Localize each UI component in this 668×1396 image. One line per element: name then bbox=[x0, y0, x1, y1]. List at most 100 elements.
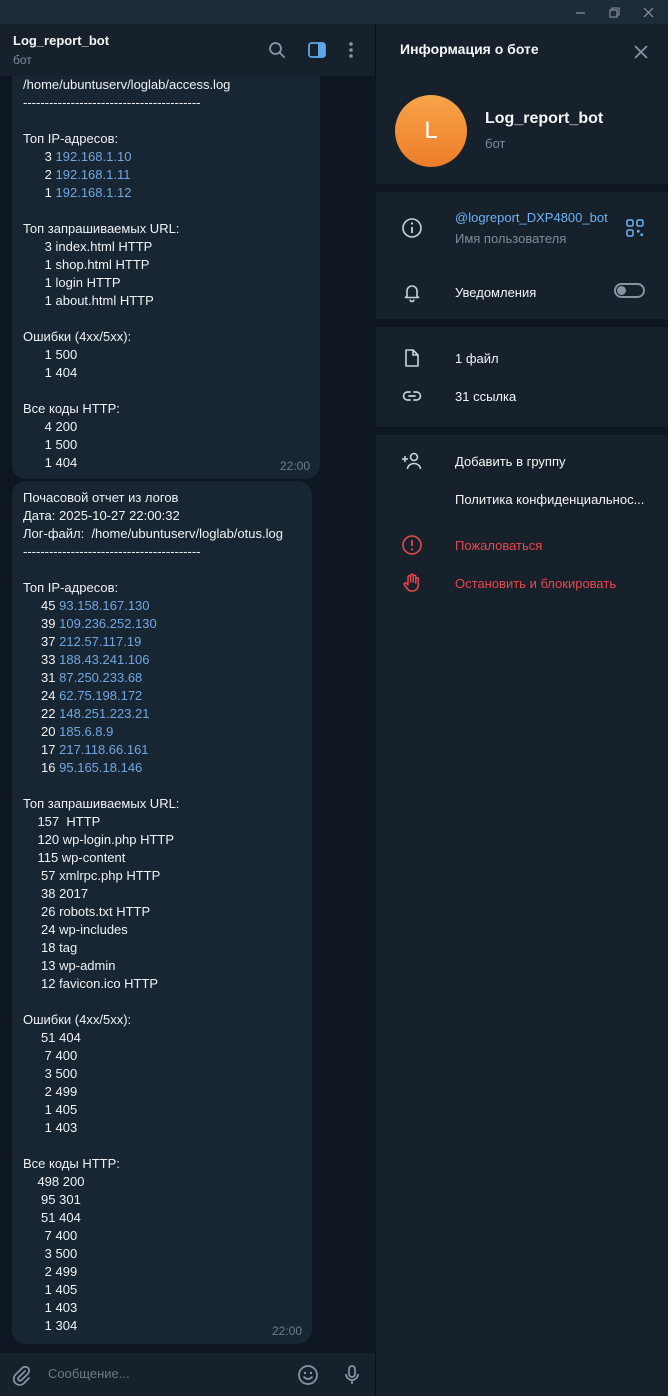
emoji-icon[interactable] bbox=[296, 1363, 320, 1387]
message-line: 1 about.html HTTP bbox=[23, 292, 309, 310]
message-line bbox=[23, 993, 301, 1011]
message-list[interactable]: /home/ubuntuserv/loglab/access.log ------… bbox=[0, 76, 375, 1353]
minimize-icon[interactable] bbox=[564, 0, 596, 24]
message-text-segment: 51 404 bbox=[23, 1210, 81, 1225]
message-line: 3 500 bbox=[23, 1065, 301, 1083]
search-icon[interactable] bbox=[265, 38, 289, 62]
message-text-segment: 1 403 bbox=[23, 1120, 78, 1135]
hand-stop-icon bbox=[400, 571, 424, 595]
message-line: 12 favicon.ico HTTP bbox=[23, 975, 301, 993]
restore-icon[interactable] bbox=[598, 0, 630, 24]
username-link[interactable]: @logreport_DXP4800_bot bbox=[455, 210, 608, 225]
message-line: 37 212.57.117.19 bbox=[23, 633, 301, 651]
message-line: 3 500 bbox=[23, 1245, 301, 1263]
ip-link[interactable]: 217.118.66.161 bbox=[59, 742, 148, 757]
message-text-segment: 22 bbox=[23, 706, 60, 721]
notifications-toggle[interactable] bbox=[614, 283, 645, 298]
message-text-segment: ----------------------------------------… bbox=[23, 95, 201, 110]
message-text-segment: 2 bbox=[23, 167, 56, 182]
message-text-segment: 1 403 bbox=[23, 1300, 78, 1315]
message-text-segment: 95 301 bbox=[23, 1192, 81, 1207]
links-count[interactable]: 31 ссылка bbox=[455, 389, 516, 404]
ip-link[interactable]: 109.236.252.130 bbox=[59, 616, 157, 631]
close-icon[interactable] bbox=[629, 40, 653, 64]
message-input[interactable]: Сообщение... bbox=[48, 1366, 130, 1381]
message-line: 51 404 bbox=[23, 1029, 301, 1047]
ip-link[interactable]: 192.168.1.12 bbox=[56, 185, 132, 200]
message-line: 17 217.118.66.161 bbox=[23, 741, 301, 759]
message-line: 20 185.6.8.9 bbox=[23, 723, 301, 741]
message-text-segment: Все коды HTTP: bbox=[23, 401, 120, 416]
ip-link[interactable]: 192.168.1.11 bbox=[56, 167, 131, 182]
message-line: 120 wp-login.php HTTP bbox=[23, 831, 301, 849]
add-to-group-button[interactable]: Добавить в группу bbox=[455, 454, 566, 469]
message-text-segment: Топ запрашиваемых URL: bbox=[23, 221, 180, 236]
message-text: /home/ubuntuserv/loglab/access.log ------… bbox=[23, 76, 309, 472]
message-line: 1 shop.html HTTP bbox=[23, 256, 309, 274]
ip-link[interactable]: 188.43.241.106 bbox=[59, 652, 149, 667]
message-text: Почасовой отчет из логов Дата: 2025-10-27… bbox=[23, 487, 301, 1335]
section-divider bbox=[376, 319, 668, 327]
message-line: 22 148.251.223.21 bbox=[23, 705, 301, 723]
message-line: Почасовой отчет из логов bbox=[23, 489, 301, 507]
window-titlebar bbox=[0, 0, 668, 24]
block-button[interactable]: Остановить и блокировать bbox=[455, 576, 616, 591]
ip-link[interactable]: 87.250.233.68 bbox=[59, 670, 142, 685]
more-vertical-icon[interactable] bbox=[339, 38, 363, 62]
chat-title[interactable]: Log_report_bot bbox=[13, 33, 109, 48]
message-text-segment: 1 about.html HTTP bbox=[23, 293, 154, 308]
files-count[interactable]: 1 файл bbox=[455, 351, 499, 366]
bot-type: бот bbox=[485, 136, 506, 151]
message-line: 38 2017 bbox=[23, 885, 301, 903]
message-line: 18 tag bbox=[23, 939, 301, 957]
privacy-policy-button[interactable]: Политика конфиденциальнос... bbox=[455, 492, 644, 507]
username-label: Имя пользователя bbox=[455, 231, 567, 246]
ip-link[interactable]: 62.75.198.172 bbox=[59, 688, 142, 703]
microphone-icon[interactable] bbox=[340, 1363, 364, 1387]
message-text-segment: 3 index.html HTTP bbox=[23, 239, 153, 254]
message-text-segment: 3 500 bbox=[23, 1246, 78, 1261]
message-line: 2 192.168.1.11 bbox=[23, 166, 309, 184]
message-text-segment: 16 bbox=[23, 760, 60, 775]
message-text-segment: 33 bbox=[23, 652, 60, 667]
qr-code-icon[interactable] bbox=[626, 219, 644, 237]
message-text-segment: 26 robots.txt HTTP bbox=[23, 904, 151, 919]
message-line: 45 93.158.167.130 bbox=[23, 597, 301, 615]
avatar[interactable]: L bbox=[395, 95, 467, 167]
message-text-segment: 3 500 bbox=[23, 1066, 78, 1081]
message-line: 13 wp-admin bbox=[23, 957, 301, 975]
message-line bbox=[23, 202, 309, 220]
message-line: 1 403 bbox=[23, 1299, 301, 1317]
message-line: 2 499 bbox=[23, 1263, 301, 1281]
ip-link[interactable]: 148.251.223.21 bbox=[59, 706, 149, 721]
message-line: 24 62.75.198.172 bbox=[23, 687, 301, 705]
close-window-icon[interactable] bbox=[632, 0, 664, 24]
message-time: 22:00 bbox=[271, 1324, 302, 1338]
message-bubble[interactable]: Почасовой отчет из логов Дата: 2025-10-27… bbox=[12, 481, 312, 1344]
ip-link[interactable]: 185.6.8.9 bbox=[59, 724, 113, 739]
message-text-segment: 37 bbox=[23, 634, 60, 649]
section-divider bbox=[376, 427, 668, 435]
message-text-segment: ----------------------------------------… bbox=[23, 544, 201, 559]
ip-link[interactable]: 93.158.167.130 bbox=[59, 598, 149, 613]
ip-link[interactable]: 212.57.117.19 bbox=[59, 634, 141, 649]
message-line bbox=[23, 777, 301, 795]
message-line: 3 index.html HTTP bbox=[23, 238, 309, 256]
message-text-segment: 38 2017 bbox=[23, 886, 89, 901]
message-bubble[interactable]: /home/ubuntuserv/loglab/access.log ------… bbox=[12, 76, 320, 479]
message-line: Все коды HTTP: bbox=[23, 400, 309, 418]
sidebar-toggle-icon[interactable] bbox=[305, 38, 329, 62]
message-line: Лог-файл: /home/ubuntuserv/loglab/otus.l… bbox=[23, 525, 301, 543]
notifications-label: Уведомления bbox=[455, 285, 537, 300]
message-text-segment: Ошибки (4xx/5xx): bbox=[23, 1012, 132, 1027]
message-line: 39 109.236.252.130 bbox=[23, 615, 301, 633]
report-button[interactable]: Пожаловаться bbox=[455, 538, 542, 553]
ip-link[interactable]: 95.165.18.146 bbox=[59, 760, 142, 775]
message-text-segment: 498 200 bbox=[23, 1174, 85, 1189]
message-line bbox=[23, 561, 301, 579]
paperclip-icon[interactable] bbox=[9, 1363, 33, 1387]
message-line bbox=[23, 310, 309, 328]
message-text-segment: 51 404 bbox=[23, 1030, 81, 1045]
message-text-segment: Топ запрашиваемых URL: bbox=[23, 796, 180, 811]
ip-link[interactable]: 192.168.1.10 bbox=[56, 149, 132, 164]
